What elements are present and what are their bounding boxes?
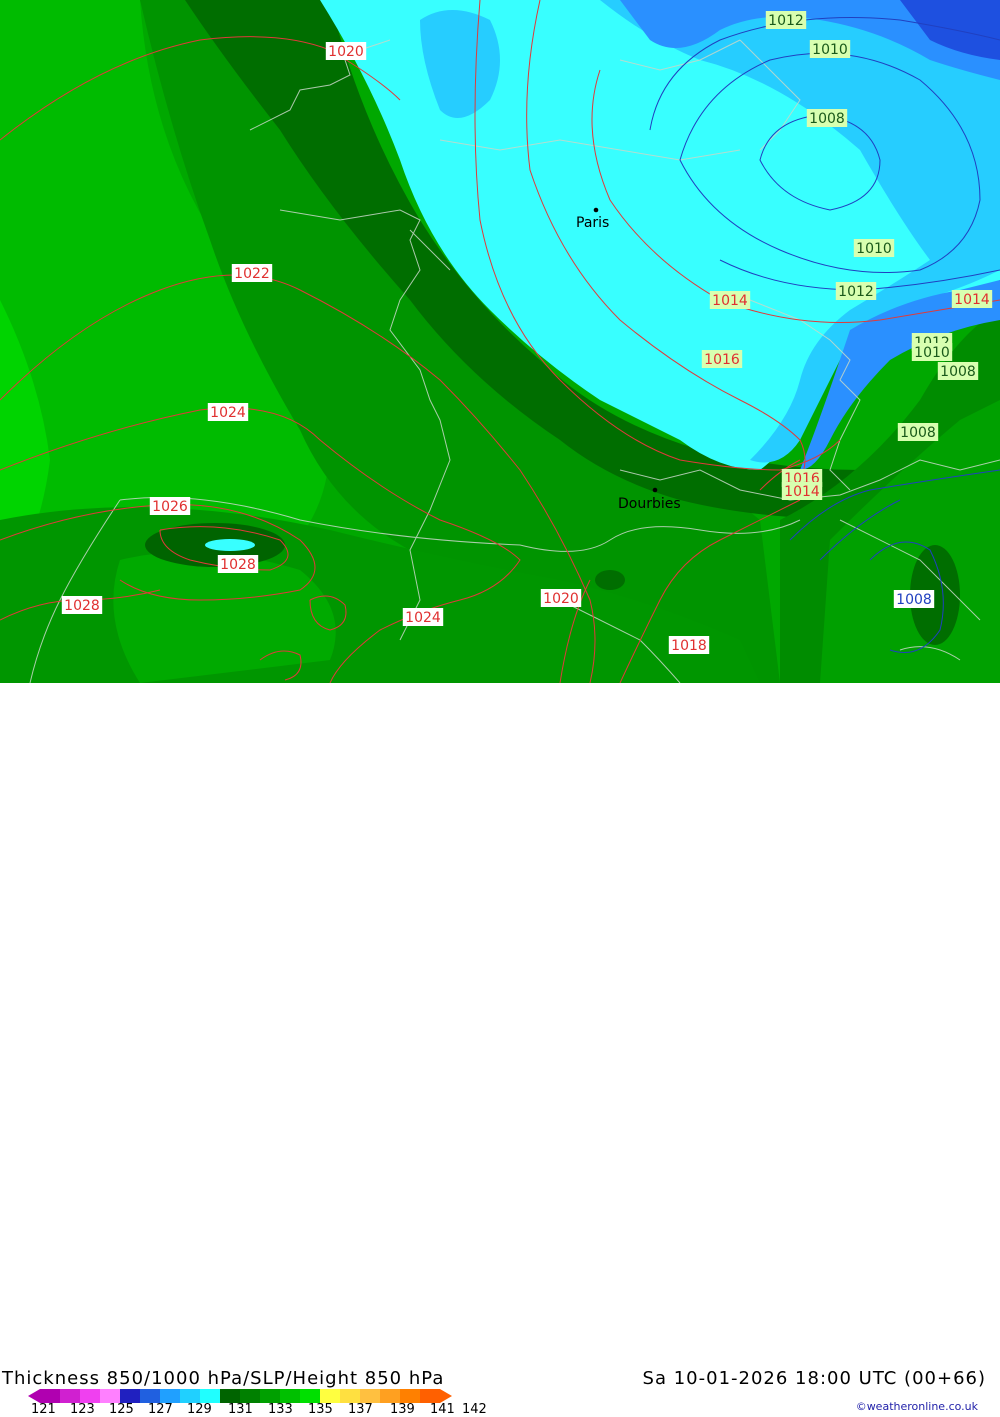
- color-scale-segment: [300, 1389, 320, 1403]
- color-scale-segment: [40, 1389, 60, 1403]
- color-scale-segment: [180, 1389, 200, 1403]
- color-scale-segment: [120, 1389, 140, 1403]
- color-scale-tick: 137: [348, 1402, 373, 1417]
- isobar-label-blue: 1012: [838, 284, 874, 300]
- color-scale-tick: 131: [228, 1402, 253, 1417]
- color-scale-segment: [80, 1389, 100, 1403]
- color-scale-segment: [280, 1389, 300, 1403]
- color-scale: [28, 1389, 452, 1403]
- isobar-label-blue: 1008: [940, 364, 976, 380]
- city-dourbies-dot: [652, 487, 658, 493]
- isobar-label-blue: 1008: [896, 592, 932, 608]
- isobar-label-blue: 1010: [812, 42, 848, 58]
- isobar-label-red: 1020: [543, 591, 579, 607]
- color-scale-segment: [420, 1389, 440, 1403]
- color-scale-segment: [140, 1389, 160, 1403]
- color-scale-tick: 123: [70, 1402, 95, 1417]
- isobar-label-blue: 1008: [900, 425, 936, 441]
- color-scale-tick: 127: [148, 1402, 173, 1417]
- isobar-label-red: 1024: [405, 610, 441, 626]
- isobar-label-red: 1014: [784, 484, 820, 500]
- isobar-label-blue: 1010: [914, 345, 950, 361]
- city-dourbies-label: Dourbies: [618, 496, 681, 512]
- isobar-label-red: 1028: [220, 557, 256, 573]
- isobar-label-blue: 1012: [768, 13, 804, 29]
- color-scale-tick: 133: [268, 1402, 293, 1417]
- color-scale-segment: [200, 1389, 220, 1403]
- color-scale-segment: [160, 1389, 180, 1403]
- footer: Thickness 850/1000 hPa/SLP/Height 850 hP…: [0, 683, 1000, 1417]
- city-paris-dot: [593, 207, 599, 213]
- map-datetime: Sa 10-01-2026 18:00 UTC (00+66): [642, 1368, 986, 1389]
- isobar-label-red: 1014: [712, 293, 748, 309]
- color-scale-segment: [400, 1389, 420, 1403]
- city-paris-label: Paris: [576, 215, 609, 231]
- color-scale-tick: 129: [187, 1402, 212, 1417]
- color-scale-segment: [100, 1389, 120, 1403]
- color-scale-tick: 121: [31, 1402, 56, 1417]
- color-scale-segment: [340, 1389, 360, 1403]
- color-scale-segment: [220, 1389, 240, 1403]
- isobar-label-blue: 1010: [856, 241, 892, 257]
- color-scale-segment: [60, 1389, 80, 1403]
- color-scale-segment: [260, 1389, 280, 1403]
- isobar-label-red: 1018: [671, 638, 707, 654]
- isobar-label-red: 1014: [954, 292, 990, 308]
- thickness-pocket-cyan: [205, 539, 255, 551]
- color-scale-tick: 125: [109, 1402, 134, 1417]
- color-scale-arrow-right: [440, 1389, 452, 1403]
- isobar-label-red: 1024: [210, 405, 246, 421]
- color-scale-segment: [320, 1389, 340, 1403]
- color-scale-tick: 135: [308, 1402, 333, 1417]
- color-scale-arrow-left: [28, 1389, 40, 1403]
- isobar-label-red: 1020: [328, 44, 364, 60]
- color-scale-tick: 142: [462, 1402, 487, 1417]
- thickness-pocket-south: [595, 570, 625, 590]
- color-scale-segment: [360, 1389, 380, 1403]
- weather-map: Paris Dourbies 1020 1022 1024 1026 1028 1028 1…: [0, 0, 1000, 683]
- isobar-label-red: 1016: [704, 352, 740, 368]
- map-title: Thickness 850/1000 hPa/SLP/Height 850 hP…: [2, 1368, 445, 1389]
- isobar-label-red: 1026: [152, 499, 188, 515]
- color-scale-segment: [380, 1389, 400, 1403]
- isobar-label-red: 1028: [64, 598, 100, 614]
- color-scale-segment: [240, 1389, 260, 1403]
- isobar-label-red: 1022: [234, 266, 270, 282]
- color-scale-tick: 141: [430, 1402, 455, 1417]
- color-scale-tick: 139: [390, 1402, 415, 1417]
- credit-link[interactable]: ©weatheronline.co.uk: [856, 1400, 978, 1413]
- isobar-label-blue: 1008: [809, 111, 845, 127]
